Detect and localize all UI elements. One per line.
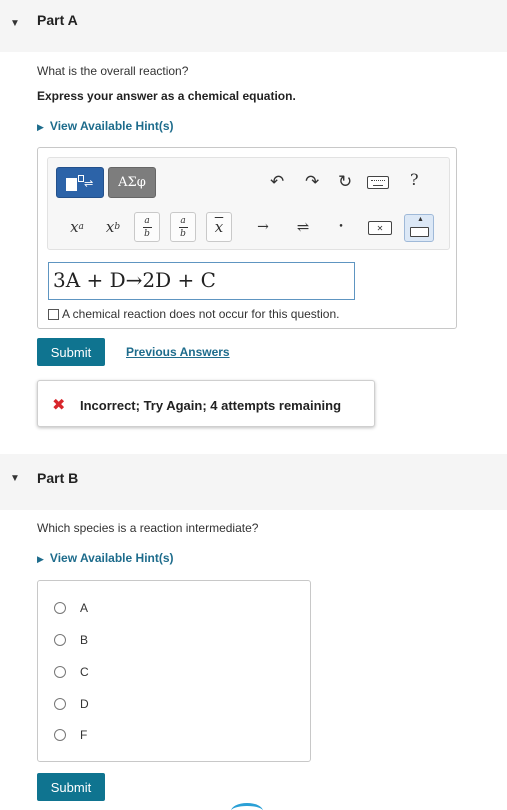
radio-button[interactable] bbox=[54, 666, 66, 678]
choice-list: A B C D F bbox=[37, 580, 311, 762]
expand-triangle-icon: ▶ bbox=[37, 122, 44, 132]
collapse-caret-icon[interactable]: ▼ bbox=[10, 18, 20, 29]
part-a-hint-label: View Available Hint(s) bbox=[49, 119, 174, 133]
part-a-instruction: Express your answer as a chemical equati… bbox=[37, 89, 296, 103]
templates-button[interactable]: ⇌ bbox=[56, 167, 104, 198]
choice-option[interactable]: B bbox=[54, 633, 88, 647]
part-b-hint-link[interactable]: ▶ View Available Hint(s) bbox=[37, 551, 174, 565]
previous-answers-link[interactable]: Previous Answers bbox=[126, 345, 230, 359]
subscript-button[interactable]: xb bbox=[98, 212, 128, 242]
help-icon[interactable]: ? bbox=[410, 170, 419, 189]
loading-spinner-icon bbox=[231, 803, 263, 810]
part-a-hint-link[interactable]: ▶ View Available Hint(s) bbox=[37, 119, 174, 133]
choice-option[interactable]: A bbox=[54, 601, 88, 615]
choice-option[interactable]: D bbox=[54, 697, 89, 711]
expand-triangle-icon: ▶ bbox=[37, 554, 44, 564]
part-b-submit-button[interactable]: Submit bbox=[37, 773, 105, 801]
answer-input[interactable]: 3A + D→2D + C bbox=[48, 262, 355, 300]
collapse-caret-icon[interactable]: ▼ bbox=[10, 473, 20, 484]
redo-icon[interactable]: ↷ bbox=[305, 172, 319, 192]
reset-icon[interactable]: ↻ bbox=[338, 172, 352, 192]
fraction-button[interactable]: ab bbox=[134, 212, 160, 242]
feedback-message: Incorrect; Try Again; 4 attempts remaini… bbox=[80, 398, 342, 413]
feedback-box: ✖ Incorrect; Try Again; 4 attempts remai… bbox=[37, 380, 375, 427]
part-b-question: Which species is a reaction intermediate… bbox=[37, 521, 259, 535]
part-b-header[interactable]: ▼ Part B bbox=[0, 454, 507, 510]
no-reaction-checkbox-row[interactable]: A chemical reaction does not occur for t… bbox=[48, 307, 339, 321]
caret-up-icon: ▲ bbox=[417, 216, 424, 223]
equation-toolbar: ⇌ ΑΣφ ↶ ↷ ↻ ? xa xb ab ab x → ⇌ • ✕ ▲ bbox=[47, 157, 450, 250]
keyboard-icon bbox=[410, 227, 429, 237]
no-reaction-label: A chemical reaction does not occur for t… bbox=[62, 307, 340, 321]
part-b-title: Part B bbox=[37, 470, 79, 486]
choice-option[interactable]: F bbox=[54, 728, 87, 742]
dot-button[interactable]: • bbox=[330, 212, 352, 242]
superscript-button[interactable]: xa bbox=[62, 212, 92, 242]
box-fraction-button[interactable]: ab bbox=[170, 212, 196, 242]
keyboard-toggle-button[interactable]: ▲ bbox=[404, 214, 434, 242]
part-a-title: Part A bbox=[37, 12, 78, 28]
radio-button[interactable] bbox=[54, 698, 66, 710]
radio-button[interactable] bbox=[54, 729, 66, 741]
equation-editor: ⇌ ΑΣφ ↶ ↷ ↻ ? xa xb ab ab x → ⇌ • ✕ ▲ 3A… bbox=[37, 147, 457, 329]
keyboard-shortcuts-icon[interactable] bbox=[367, 176, 389, 189]
templates-icon: ⇌ bbox=[62, 173, 98, 193]
no-reaction-checkbox[interactable] bbox=[48, 308, 59, 320]
delete-icon[interactable]: ✕ bbox=[368, 221, 392, 235]
overline-button[interactable]: x bbox=[206, 212, 232, 242]
part-a-header[interactable]: ▼ Part A bbox=[0, 0, 507, 52]
radio-button[interactable] bbox=[54, 602, 66, 614]
equilibrium-arrow-button[interactable]: ⇌ bbox=[292, 212, 314, 242]
part-a-question: What is the overall reaction? bbox=[37, 64, 189, 78]
symbols-button[interactable]: ΑΣφ bbox=[108, 167, 156, 198]
part-b-hint-label: View Available Hint(s) bbox=[49, 551, 174, 565]
radio-button[interactable] bbox=[54, 634, 66, 646]
undo-icon[interactable]: ↶ bbox=[270, 172, 284, 192]
choice-option[interactable]: C bbox=[54, 665, 89, 679]
incorrect-icon: ✖ bbox=[52, 395, 66, 414]
part-a-submit-button[interactable]: Submit bbox=[37, 338, 105, 366]
reaction-arrow-button[interactable]: → bbox=[252, 212, 274, 242]
